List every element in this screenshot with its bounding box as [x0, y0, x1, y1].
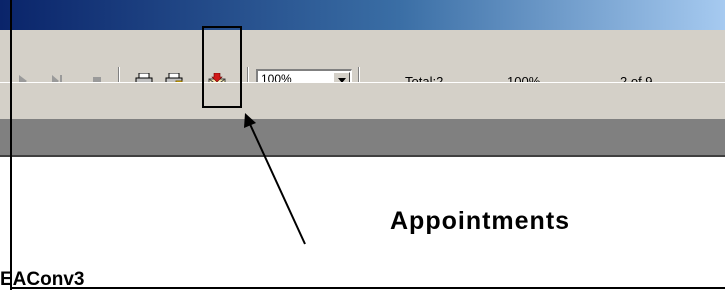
page-border-left — [10, 0, 12, 290]
preview-header-band — [0, 119, 725, 155]
secondary-toolbar — [0, 82, 725, 119]
title-bar — [0, 0, 725, 30]
band-shadow — [0, 155, 725, 157]
page-border-bottom — [10, 287, 725, 289]
group-header: EAConv3 — [0, 269, 85, 290]
annotation-highlight-box — [202, 26, 242, 108]
report-viewer-window: 100% Total:2 100% 2 of 9 Appointments EA… — [0, 0, 725, 290]
toolbar: 100% Total:2 100% 2 of 9 — [0, 30, 725, 95]
report-title: Appointments — [390, 207, 571, 235]
